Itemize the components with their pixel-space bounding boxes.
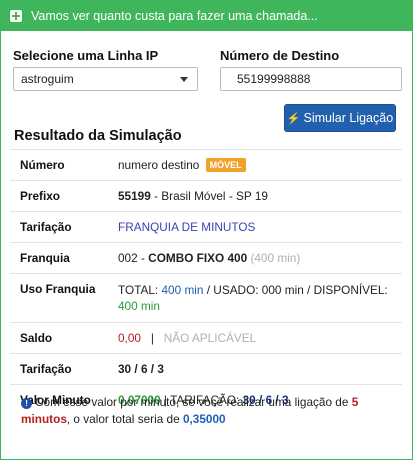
tarifacao-value: FRANQUIA DE MINUTOS [108,211,402,243]
simulation-panel: Vamos ver quanto custa para fazer uma ch… [0,0,413,460]
franquia-cell: 002 - COMBO FIXO 400 (400 min) [108,242,402,274]
uso-total-value: 400 min [161,283,204,297]
line-select-label: Selecione uma Linha IP [13,48,159,63]
table-row: Uso Franquia TOTAL: 400 min / USADO: 000… [10,273,402,323]
simulate-call-label: Simular Ligação [303,111,394,125]
numero-label: Número [10,149,108,181]
bolt-icon: ⚡ [286,112,301,125]
note-part2: , o valor total seria de [66,412,183,426]
franquia-label: Franquia [10,242,108,274]
table-row: Prefixo 55199 - Brasil Móvel - SP 19 [10,180,402,212]
note-part1: Com esse valor por minuto, se você reali… [35,395,352,409]
simulate-call-button[interactable]: ⚡ Simular Ligação [284,104,396,132]
note-total: 0,35000 [182,412,226,426]
uso-available-value: 400 min [118,299,160,313]
chevron-down-icon [180,77,188,82]
uso-franquia-label: Uso Franquia [10,273,108,323]
table-row: Saldo 0,00 | NÃO APLICÁVEL [10,322,402,354]
saldo-value: 0,00 [118,331,141,345]
destination-input[interactable]: 55199998888 [220,67,402,91]
uso-used-available: / USADO: 000 min / DISPONÍVEL: [203,283,388,297]
table-row: Tarifação 30 / 6 / 3 [10,353,402,385]
panel-title: Vamos ver quanto custa para fazer uma ch… [31,9,318,23]
table-row: Tarifação FRANQUIA DE MINUTOS [10,211,402,243]
prefixo-desc: - Brasil Móvel - SP 19 [150,189,268,203]
prefixo-label: Prefixo [10,180,108,212]
line-select-value: astroguim [21,72,74,86]
panel-header[interactable]: Vamos ver quanto custa para fazer uma ch… [1,1,412,31]
numero-cell: numero destino MÓVEL [108,149,402,181]
saldo-status: NÃO APLICÁVEL [163,331,257,345]
plus-square-icon[interactable] [10,10,22,22]
estimate-note: ! Com esse valor por minuto, se você real… [21,394,401,428]
tarifacao2-label: Tarifação [10,353,108,385]
uso-total-label: TOTAL: [118,283,162,297]
prefixo-cell: 55199 - Brasil Móvel - SP 19 [108,180,402,212]
results-title: Resultado da Simulação [14,128,182,144]
saldo-cell: 0,00 | NÃO APLICÁVEL [108,322,402,354]
franquia-minutes: (400 min) [250,251,301,265]
destination-label: Número de Destino [220,48,340,63]
line-select[interactable]: astroguim [13,67,198,91]
numero-value: numero destino [118,158,200,172]
saldo-label: Saldo [10,322,108,354]
table-row: Número numero destino MÓVEL [10,149,402,181]
franquia-name: COMBO FIXO 400 [148,251,248,265]
saldo-separator: | [150,331,154,345]
franquia-code: 002 - [118,251,149,265]
tarifacao2-value: 30 / 6 / 3 [108,353,402,385]
tarifacao-label: Tarifação [10,211,108,243]
destination-value: 55199998888 [237,72,311,86]
uso-franquia-cell: TOTAL: 400 min / USADO: 000 min / DISPON… [108,273,402,323]
info-circle-icon: ! [21,398,32,409]
mobile-badge: MÓVEL [205,158,246,172]
table-row: Franquia 002 - COMBO FIXO 400 (400 min) [10,242,402,274]
results-table: Número numero destino MÓVEL Prefixo 5519… [10,149,402,415]
prefixo-code: 55199 [118,189,151,203]
